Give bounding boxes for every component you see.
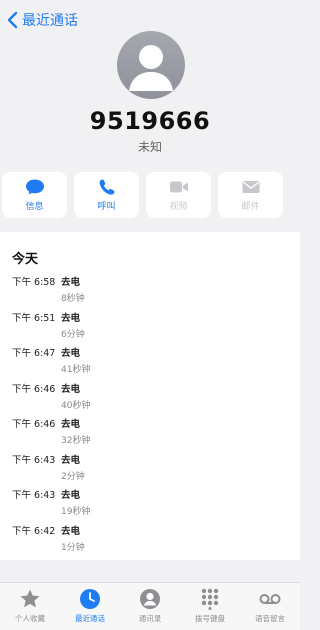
tab-label: 个人收藏 — [15, 614, 45, 623]
call-time: 下午 6:47 — [12, 348, 56, 359]
call-time: 下午 6:51 — [12, 312, 56, 324]
tab-favorites[interactable]: 个人收藏 — [0, 588, 60, 630]
tab-keypad[interactable]: 拨号键盘 — [180, 588, 240, 630]
tab-contacts[interactable]: 通讯录 — [120, 588, 180, 630]
tab-bar: 个人收藏 最近通话 通讯录 拨号键盘 语音留言 — [0, 582, 300, 630]
message-icon — [25, 179, 44, 195]
call-time: 下午 6:43 — [12, 454, 56, 466]
action-buttons: 信息 呼叫 视频 邮件 — [0, 172, 300, 218]
clock-icon — [80, 589, 100, 609]
call-type: 去电 — [61, 312, 81, 324]
call-time: 下午 6:42 — [12, 525, 56, 537]
phone-icon — [99, 179, 114, 195]
call-type: 去电 — [61, 383, 81, 395]
call-history: 今天 下午 6:58 去电 8秒钟 下午 6:51 去电 6分钟 下午 6:47… — [0, 232, 300, 560]
call-time: 下午 6:46 — [12, 383, 56, 395]
tab-label: 最近通话 — [75, 614, 105, 623]
call-entry: 下午 6:46 去电 40秒钟 — [12, 381, 300, 417]
call-duration: 19秒钟 — [61, 507, 91, 517]
back-button[interactable]: 最近通话 — [6, 10, 78, 30]
history-date-header: 今天 — [12, 252, 39, 267]
call-entry: 下午 6:43 去电 2分钟 — [12, 452, 300, 488]
video-icon — [169, 181, 188, 193]
message-label: 信息 — [25, 202, 44, 212]
call-duration: 40秒钟 — [61, 400, 91, 411]
mail-button[interactable]: 邮件 — [218, 172, 283, 218]
call-duration: 2分钟 — [61, 471, 85, 482]
call-duration: 32秒钟 — [61, 436, 91, 446]
contacts-icon — [140, 589, 160, 609]
video-button[interactable]: 视频 — [146, 172, 211, 218]
call-entry: 下午 6:43 去电 19秒钟 — [12, 487, 300, 523]
contact-number: 9519666 — [89, 107, 211, 135]
contact-label: 未知 — [137, 140, 162, 154]
tab-recents[interactable]: 最近通话 — [60, 588, 120, 630]
call-duration: 1分钟 — [61, 542, 85, 553]
call-time: 下午 6:43 — [12, 490, 56, 501]
call-type: 去电 — [61, 277, 81, 288]
keypad-icon — [201, 588, 219, 610]
call-duration: 41秒钟 — [61, 365, 91, 375]
video-label: 视频 — [169, 202, 188, 212]
avatar — [117, 31, 185, 99]
star-icon — [20, 589, 40, 608]
call-type: 去电 — [61, 419, 81, 430]
call-time: 下午 6:58 — [12, 277, 56, 288]
tab-label: 通讯录 — [138, 614, 162, 623]
person-icon — [129, 45, 173, 91]
tab-voicemail[interactable]: 语音留言 — [240, 588, 300, 630]
chevron-left-icon — [7, 11, 18, 29]
back-button-label: 最近通话 — [22, 13, 78, 29]
voicemail-icon — [259, 594, 281, 604]
mail-icon — [242, 181, 259, 193]
call-time: 下午 6:46 — [12, 419, 56, 430]
message-button[interactable]: 信息 — [2, 172, 67, 218]
mail-label: 邮件 — [241, 202, 260, 212]
call-label: 呼叫 — [97, 202, 116, 212]
call-entry: 下午 6:47 去电 41秒钟 — [12, 345, 300, 381]
tab-label: 语音留言 — [255, 614, 285, 623]
call-entry: 下午 6:42 去电 1分钟 — [12, 523, 300, 559]
call-duration: 8秒钟 — [61, 294, 85, 304]
call-type: 去电 — [61, 525, 81, 537]
call-button[interactable]: 呼叫 — [74, 172, 139, 218]
tab-label: 拨号键盘 — [195, 614, 225, 623]
call-type: 去电 — [61, 490, 81, 501]
call-type: 去电 — [61, 348, 81, 359]
call-duration: 6分钟 — [61, 329, 85, 340]
call-entry: 下午 6:58 去电 8秒钟 — [12, 274, 300, 310]
call-type: 去电 — [61, 454, 81, 466]
call-entry: 下午 6:51 去电 6分钟 — [12, 310, 300, 346]
call-entry: 下午 6:46 去电 32秒钟 — [12, 416, 300, 452]
